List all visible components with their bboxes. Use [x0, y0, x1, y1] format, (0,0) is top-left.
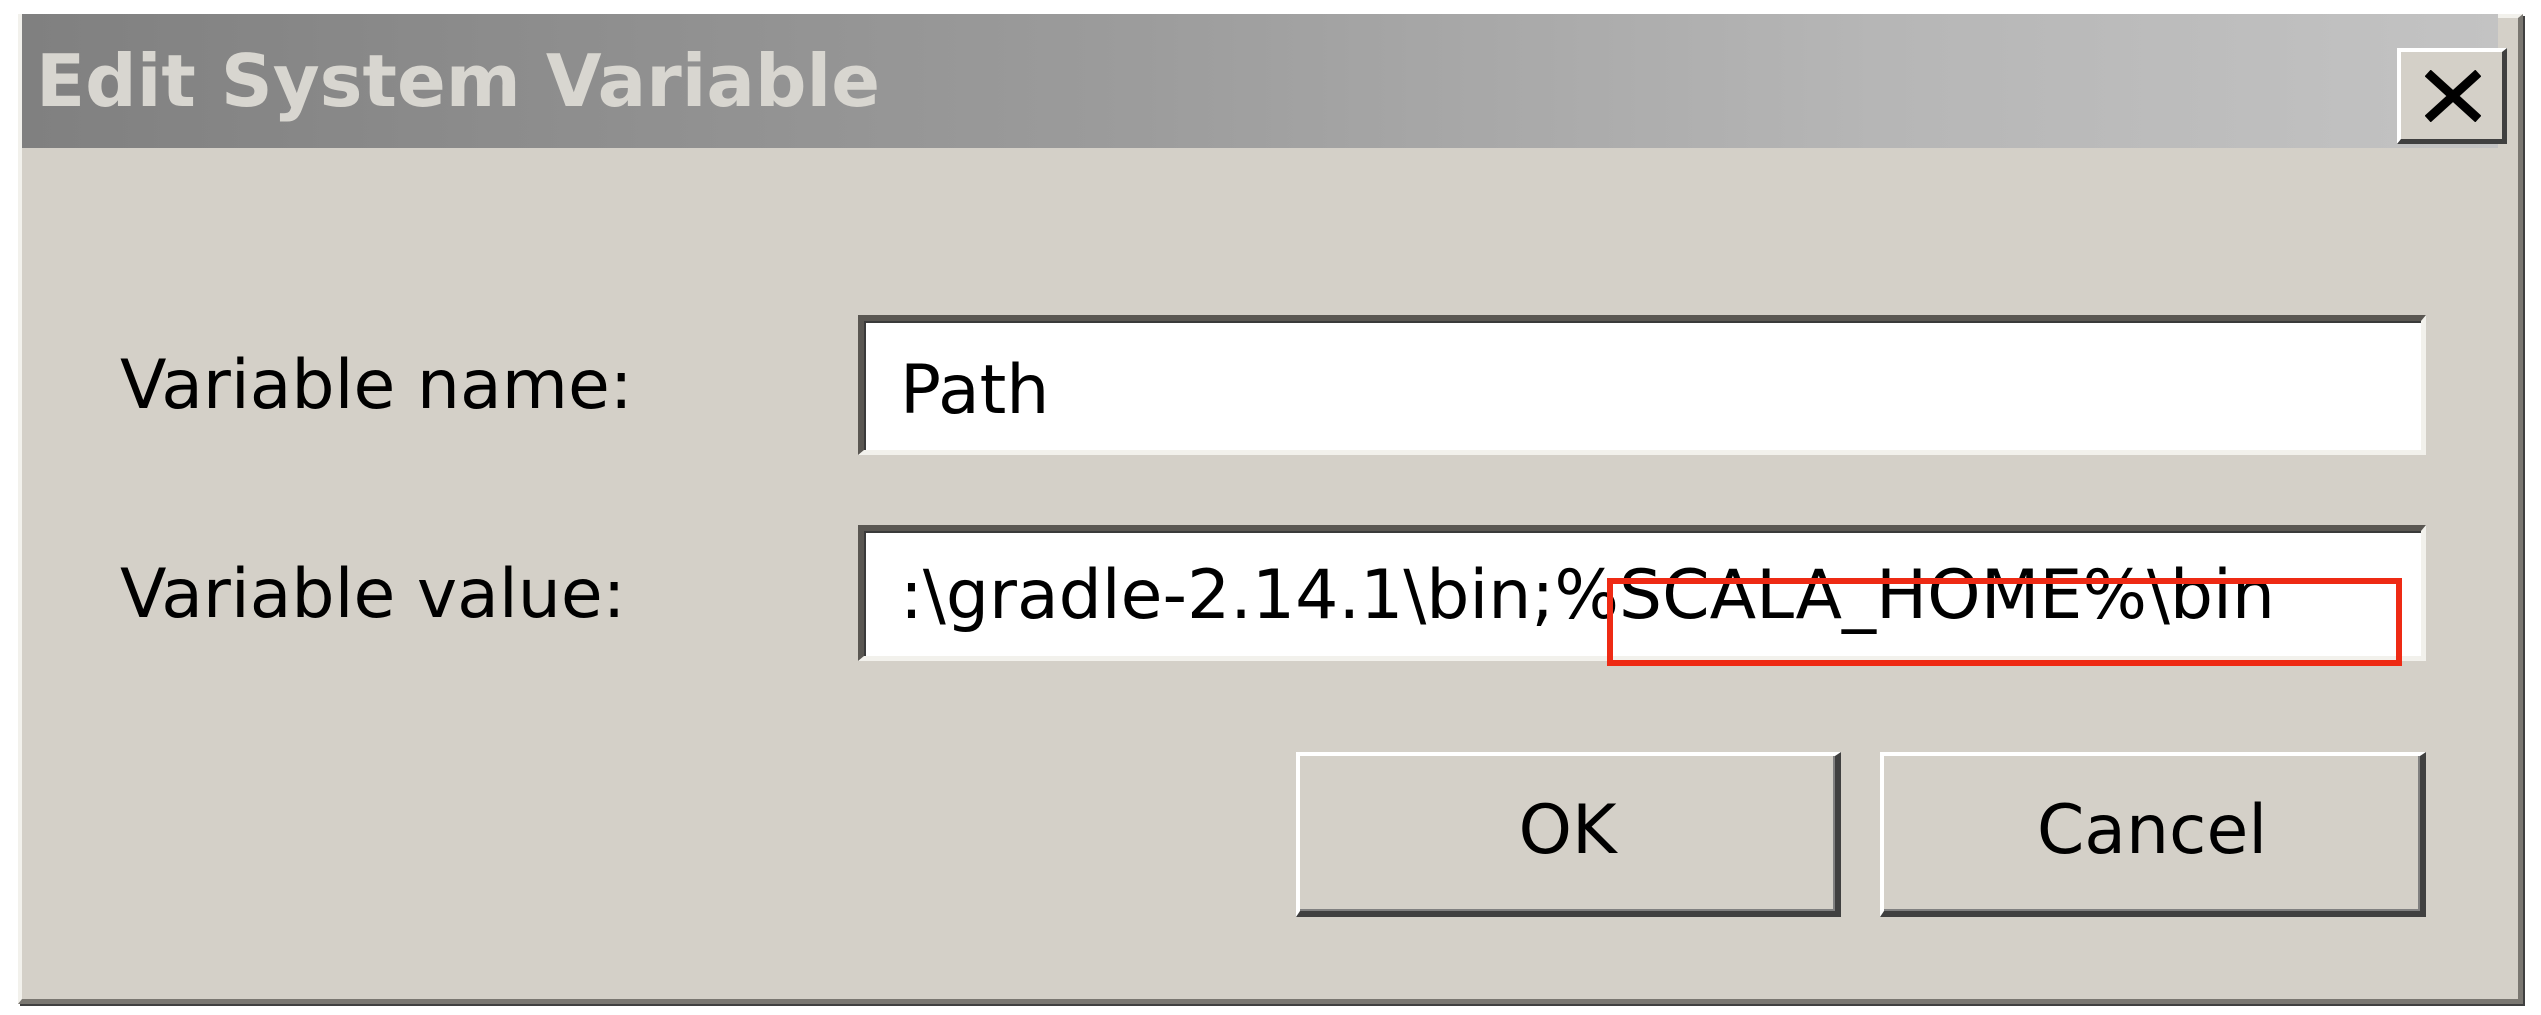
variable-name-input[interactable]: Path: [858, 315, 2426, 455]
variable-value-label: Variable value:: [120, 555, 626, 634]
title-bar[interactable]: Edit System Variable: [22, 14, 2507, 148]
highlight-annotation-box: [1607, 578, 2402, 666]
close-icon: [2425, 70, 2481, 122]
window-title: Edit System Variable: [36, 39, 881, 123]
cancel-button-label: Cancel: [2036, 791, 2268, 870]
variable-value-prefix: :\gradle-2.14.1\bin;: [900, 556, 1555, 635]
variable-name-label: Variable name:: [120, 346, 633, 425]
ok-button[interactable]: OK: [1296, 752, 1841, 917]
close-button[interactable]: [2397, 48, 2507, 144]
cancel-button[interactable]: Cancel: [1880, 752, 2426, 917]
ok-button-label: OK: [1518, 791, 1617, 870]
variable-name-value: Path: [900, 351, 1050, 430]
